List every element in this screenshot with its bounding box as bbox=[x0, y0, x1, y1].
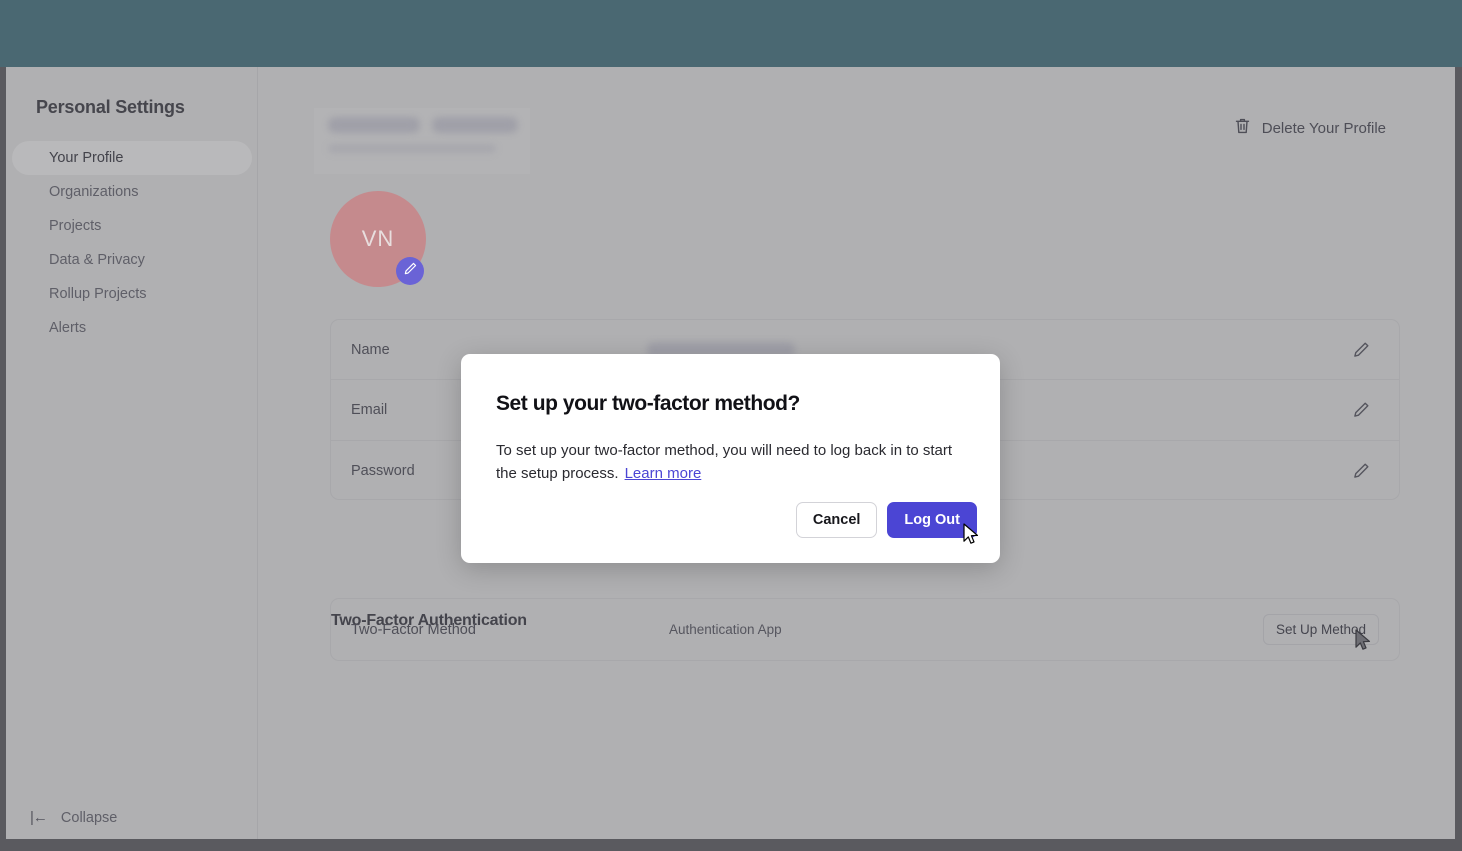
learn-more-link[interactable]: Learn more bbox=[625, 465, 702, 482]
sidebar-item-projects[interactable]: Projects bbox=[12, 209, 252, 243]
edit-password-button[interactable] bbox=[1351, 461, 1371, 481]
avatar-edit-button[interactable] bbox=[396, 257, 424, 285]
pencil-icon bbox=[403, 261, 418, 281]
sidebar: Personal Settings Your Profile Organizat… bbox=[6, 67, 258, 839]
sidebar-item-label: Organizations bbox=[49, 184, 139, 200]
profile-email-redacted bbox=[328, 144, 496, 153]
sidebar-item-organizations[interactable]: Organizations bbox=[12, 175, 252, 209]
sidebar-item-label: Your Profile bbox=[49, 150, 124, 166]
sidebar-item-label: Data & Privacy bbox=[49, 252, 145, 268]
log-out-button[interactable]: Log Out bbox=[887, 502, 977, 538]
row-label: Email bbox=[351, 401, 388, 418]
collapse-panel-icon: |← bbox=[30, 809, 48, 826]
dialog-title: Set up your two-factor method? bbox=[496, 392, 800, 415]
sidebar-item-data-privacy[interactable]: Data & Privacy bbox=[12, 243, 252, 277]
app-topbar bbox=[0, 0, 1462, 67]
edit-email-button[interactable] bbox=[1351, 400, 1371, 420]
cancel-button[interactable]: Cancel bbox=[795, 502, 878, 538]
two-factor-confirm-dialog: Set up your two-factor method? To set up… bbox=[461, 354, 1000, 563]
dialog-body: To set up your two-factor method, you wi… bbox=[496, 440, 964, 485]
sidebar-title: Personal Settings bbox=[36, 97, 185, 117]
row-label: Password bbox=[351, 462, 415, 479]
sidebar-item-label: Rollup Projects bbox=[49, 286, 147, 302]
dialog-actions: Cancel Log Out bbox=[795, 502, 977, 538]
two-factor-method-label: Two-Factor Method bbox=[351, 621, 476, 638]
avatar-initials: VN bbox=[361, 226, 395, 251]
delete-your-profile-button[interactable]: Delete Your Profile bbox=[1234, 117, 1386, 139]
two-factor-row: Two-Factor Method Authentication App Set… bbox=[331, 599, 1399, 660]
two-factor-card: Two-Factor Method Authentication App Set… bbox=[330, 598, 1400, 661]
dialog-body-text: To set up your two-factor method, you wi… bbox=[496, 442, 953, 482]
set-up-method-button[interactable]: Set Up Method bbox=[1262, 614, 1379, 645]
trash-icon bbox=[1234, 117, 1251, 139]
sidebar-item-alerts[interactable]: Alerts bbox=[12, 311, 252, 345]
sidebar-item-rollup-projects[interactable]: Rollup Projects bbox=[12, 277, 252, 311]
collapse-sidebar-button[interactable]: |← Collapse bbox=[30, 809, 117, 826]
collapse-label: Collapse bbox=[60, 809, 118, 826]
delete-your-profile-label: Delete Your Profile bbox=[1261, 119, 1386, 137]
sidebar-item-label: Alerts bbox=[49, 320, 87, 336]
edit-name-button[interactable] bbox=[1351, 340, 1371, 360]
profile-name-redacted bbox=[328, 117, 420, 133]
row-label: Name bbox=[351, 341, 390, 358]
two-factor-method-value: Authentication App bbox=[669, 622, 782, 637]
sidebar-item-label: Projects bbox=[49, 218, 102, 234]
profile-surname-redacted bbox=[432, 117, 518, 133]
profile-identity-header bbox=[314, 108, 530, 174]
app-root: Personal Settings Your Profile Organizat… bbox=[0, 0, 1462, 851]
sidebar-item-your-profile[interactable]: Your Profile bbox=[12, 141, 252, 175]
sidebar-nav: Your Profile Organizations Projects Data… bbox=[12, 141, 252, 345]
